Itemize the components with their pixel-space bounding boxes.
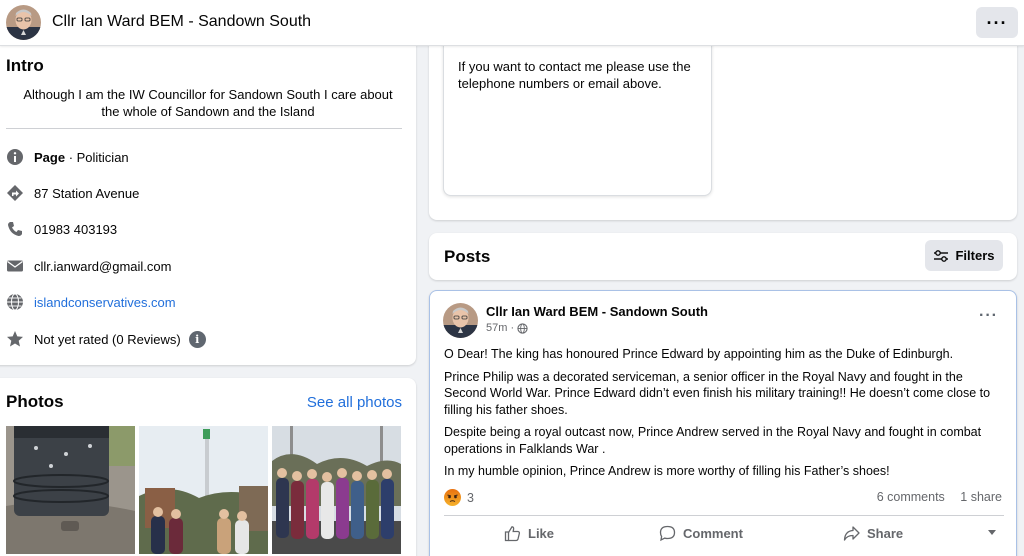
filters-label: Filters xyxy=(955,248,995,263)
comment-button[interactable]: Comment xyxy=(659,525,743,542)
info-row-rating: Not yet rated (0 Reviews) i xyxy=(6,329,206,349)
post-options-button[interactable]: ··· xyxy=(979,307,998,325)
page-category: · Politician xyxy=(65,149,129,165)
page-label: Page xyxy=(34,149,66,165)
info-circle-icon xyxy=(6,148,24,166)
posts-title: Posts xyxy=(444,247,491,266)
directions-icon xyxy=(6,184,24,202)
info-row-phone: 01983 403193 xyxy=(6,219,117,239)
post-paragraph: O Dear! The king has honoured Prince Edw… xyxy=(444,347,954,361)
photo-thumbnail[interactable] xyxy=(139,426,268,554)
filters-button[interactable]: Filters xyxy=(925,240,1003,271)
star-icon xyxy=(6,330,24,348)
email-text[interactable]: cllr.ianward@gmail.com xyxy=(34,259,171,274)
filters-icon xyxy=(934,249,949,262)
page-header: Cllr Ian Ward BEM - Sandown South ··· xyxy=(0,0,1024,46)
post-paragraph: Prince Philip was a decorated serviceman… xyxy=(444,369,991,417)
share-options-dropdown[interactable] xyxy=(988,530,996,535)
info-row-website: islandconservatives.com xyxy=(6,292,176,312)
see-all-photos-link[interactable]: See all photos xyxy=(307,394,402,411)
post-card: Cllr Ian Ward BEM - Sandown South 57m · … xyxy=(429,290,1017,556)
rating-info-icon[interactable]: i xyxy=(188,330,206,348)
comment-label: Comment xyxy=(683,526,743,541)
comments-count[interactable]: 6 comments xyxy=(877,490,945,504)
angry-reaction-icon xyxy=(444,489,461,506)
post-author-name[interactable]: Cllr Ian Ward BEM - Sandown South xyxy=(486,304,708,319)
reactions-summary[interactable]: 3 xyxy=(444,489,474,506)
photos-card: Photos See all photos xyxy=(0,378,416,556)
post-author-avatar[interactable] xyxy=(443,303,478,338)
rating-text: Not yet rated (0 Reviews) xyxy=(34,331,181,347)
avatar[interactable] xyxy=(6,5,41,40)
about-card: If you want to contact me please use the… xyxy=(429,30,1017,220)
globe-icon xyxy=(517,322,528,334)
website-link[interactable]: islandconservatives.com xyxy=(34,295,176,310)
like-button[interactable]: Like xyxy=(504,525,554,542)
shares-count[interactable]: 1 share xyxy=(960,490,1002,504)
contact-info-box: If you want to contact me please use the… xyxy=(443,30,712,196)
info-row-address: 87 Station Avenue xyxy=(6,183,139,203)
info-row-page: Page · Politician xyxy=(6,147,129,167)
post-stats: 6 comments 1 share xyxy=(865,490,1002,504)
posts-header: Posts Filters xyxy=(429,233,1017,280)
intro-card: Intro Although I am the IW Councillor fo… xyxy=(0,30,416,365)
envelope-icon xyxy=(6,257,24,275)
ellipsis-icon: ··· xyxy=(986,12,1008,33)
share-label: Share xyxy=(867,526,904,541)
comment-icon xyxy=(659,525,676,542)
photos-title: Photos xyxy=(6,392,64,411)
post-timestamp[interactable]: 57m xyxy=(486,322,507,334)
post-paragraph: In my humble opinion, Prince Andrew is m… xyxy=(444,464,890,478)
share-button[interactable]: Share xyxy=(843,525,903,542)
photo-thumbnail[interactable] xyxy=(6,426,135,554)
intro-divider xyxy=(6,128,402,129)
like-label: Like xyxy=(528,526,555,541)
address-text: 87 Station Avenue xyxy=(34,185,140,201)
photo-thumbnail[interactable] xyxy=(272,426,401,554)
thumbs-up-icon xyxy=(504,526,521,542)
post-text: O Dear! The king has honoured Prince Edw… xyxy=(444,346,1006,486)
post-meta: 57m · xyxy=(486,322,528,334)
reaction-count: 3 xyxy=(467,490,474,505)
intro-title: Intro xyxy=(6,56,44,75)
share-icon xyxy=(843,526,860,541)
more-options-button[interactable]: ··· xyxy=(976,7,1018,38)
phone-text[interactable]: 01983 403193 xyxy=(34,222,117,237)
intro-bio: Although I am the IW Councillor for Sand… xyxy=(23,87,393,119)
info-row-email: cllr.ianward@gmail.com xyxy=(6,256,171,276)
post-divider xyxy=(444,515,1004,516)
page-title: Cllr Ian Ward BEM - Sandown South xyxy=(52,13,312,30)
globe-icon xyxy=(6,293,24,311)
contact-text: If you want to contact me please use the… xyxy=(458,59,691,91)
phone-icon xyxy=(6,220,24,238)
post-paragraph: Despite being a royal outcast now, Princ… xyxy=(444,425,982,456)
ellipsis-icon: ··· xyxy=(979,307,998,324)
meta-separator: · xyxy=(507,322,518,334)
